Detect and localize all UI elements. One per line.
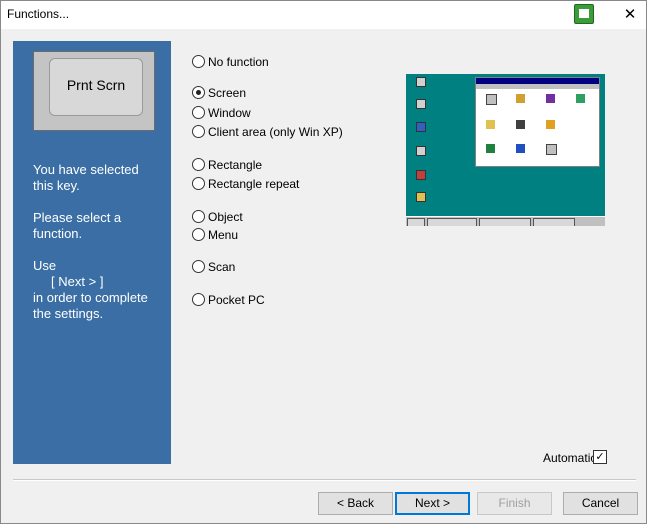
automatic-checkbox[interactable]: ✓	[593, 450, 607, 464]
key-label: Prnt Scrn	[49, 58, 143, 116]
option-label: Object	[208, 210, 243, 224]
preview-folder-icon	[486, 144, 495, 153]
radio-button[interactable]	[192, 158, 205, 171]
radio-button[interactable]	[192, 293, 205, 306]
use-next-text: Use [ Next > ] in order to complete the …	[33, 258, 148, 321]
finish-button: Finish	[477, 492, 552, 515]
functions-dialog: Functions... ✕ Prnt Scrn You have select…	[0, 0, 647, 524]
radio-button[interactable]	[192, 106, 205, 119]
option-label: Menu	[208, 228, 239, 242]
separator-line	[13, 479, 636, 481]
option-label: Screen	[208, 86, 247, 100]
radio-button[interactable]	[192, 177, 205, 190]
preview-folder-icon	[546, 120, 555, 129]
option-label: Window	[208, 106, 251, 120]
option-label: Rectangle repeat	[208, 177, 300, 191]
desktop-folder-icon	[416, 192, 426, 202]
desktop-computer-icon	[416, 77, 426, 87]
radio-button[interactable]	[192, 125, 205, 138]
desktop-network-icon	[416, 99, 426, 109]
preview-folder-icon	[516, 144, 525, 153]
preview-folder-icon	[486, 120, 495, 129]
instruction-panel: Prnt Scrn You have selected this key. Pl…	[13, 41, 171, 464]
window-title: Functions...	[7, 7, 70, 21]
back-button[interactable]: < Back	[318, 492, 393, 515]
preview-task-button	[479, 218, 531, 226]
option-label: Pocket PC	[208, 293, 265, 307]
desktop-recycle-icon	[416, 146, 426, 156]
radio-button-selected[interactable]	[192, 86, 205, 99]
preview-folder-icon	[516, 120, 525, 129]
option-label: No function	[208, 55, 269, 69]
desktop-app-icon	[416, 170, 426, 180]
option-label: Rectangle	[208, 158, 263, 172]
preview-folder-icon	[546, 94, 555, 103]
preview-folder-icon	[576, 94, 585, 103]
app-icon	[574, 4, 594, 24]
preview-task-button	[427, 218, 477, 226]
desktop-internet-icon	[416, 122, 426, 132]
title-bar: Functions... ✕	[1, 1, 646, 29]
key-graphic: Prnt Scrn	[33, 51, 155, 131]
selected-key-text: You have selected this key.	[33, 162, 139, 193]
preview-task-button	[533, 218, 575, 226]
preview-folder-icon	[516, 94, 525, 103]
select-function-text: Please select a function.	[33, 210, 122, 241]
radio-button[interactable]	[192, 260, 205, 273]
preview-taskbar	[406, 216, 605, 226]
automatic-label: Automatic	[543, 451, 597, 465]
preview-window-menubar	[476, 84, 599, 89]
radio-button[interactable]	[192, 55, 205, 68]
preview-start-button	[407, 218, 425, 226]
radio-button[interactable]	[192, 228, 205, 241]
close-icon[interactable]: ✕	[613, 1, 647, 29]
cancel-button[interactable]: Cancel	[563, 492, 638, 515]
screen-preview-image	[406, 74, 605, 226]
preview-folder-icon	[486, 94, 497, 105]
next-button[interactable]: Next >	[395, 492, 470, 515]
preview-explorer-window	[475, 77, 600, 167]
radio-button[interactable]	[192, 210, 205, 223]
option-label: Client area (only Win XP)	[208, 125, 343, 139]
preview-folder-icon	[546, 144, 557, 155]
option-label: Scan	[208, 260, 236, 274]
